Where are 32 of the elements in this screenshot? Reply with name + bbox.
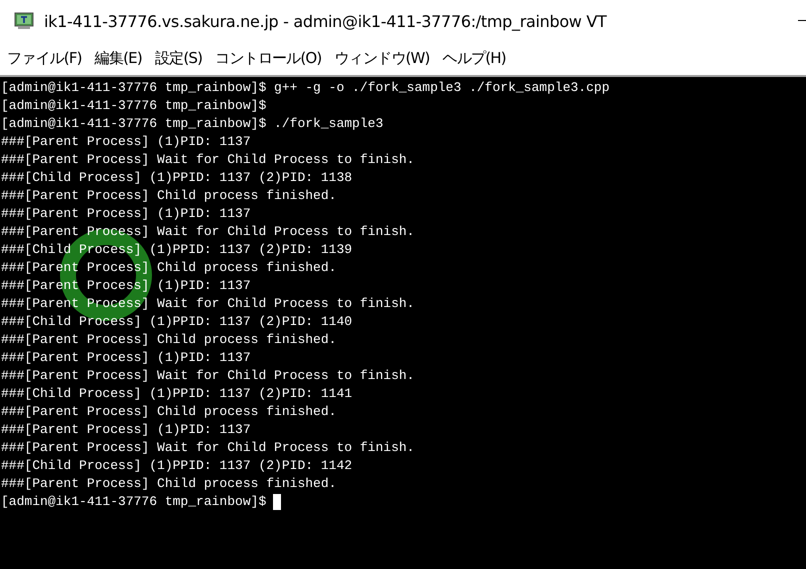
terminal-line: ###[Child Process] (1)PPID: 1137 (2)PID: 1140	[1, 313, 352, 331]
terminal-prompt: [admin@ik1-411-37776 tmp_rainbow]$	[1, 493, 266, 511]
terminal-line: ###[Child Process] (1)PPID: 1137 (2)PID: 1141	[1, 385, 352, 403]
terminal-line: [admin@ik1-411-37776 tmp_rainbow]$ g++ -g -o ./fork_sample3 ./fork_sample3.cpp	[1, 79, 610, 97]
menu-item[interactable]: ヘルプ(H)	[438, 49, 511, 68]
terminal-line: ###[Parent Process] (1)PID: 1137	[1, 349, 251, 367]
terminal-line: ###[Parent Process] Child process finished.	[1, 259, 336, 277]
terminal-line: ###[Parent Process] Child process finished.	[1, 403, 336, 421]
terminal-line: ###[Parent Process] (1)PID: 1137	[1, 133, 251, 151]
menu-item[interactable]: 設定(S)	[150, 49, 208, 68]
window-title: ik1-411-37776.vs.sakura.ne.jp - admin@ik1-411-37776:/tmp_rainbow VT	[44, 12, 607, 30]
menu-item[interactable]: ウィンドウ(W)	[329, 49, 435, 68]
terminal-line: ###[Parent Process] Wait for Child Process to finish.	[1, 367, 414, 385]
terminal-line: ###[Parent Process] (1)PID: 1137	[1, 277, 251, 295]
menu-item[interactable]: 編集(E)	[90, 49, 147, 68]
terminal-line: [admin@ik1-411-37776 tmp_rainbow]$	[1, 97, 266, 115]
terminal-line: ###[Parent Process] Child process finished.	[1, 187, 336, 205]
terminal-line: ###[Parent Process] (1)PID: 1137	[1, 205, 251, 223]
terminal-line: ###[Parent Process] Wait for Child Process to finish.	[1, 439, 414, 457]
app-icon	[14, 12, 34, 30]
menu-item[interactable]: コントロール(O)	[210, 49, 326, 68]
terminal-line: ###[Parent Process] (1)PID: 1137	[1, 421, 251, 439]
terminal-line: ###[Child Process] (1)PPID: 1137 (2)PID: 1139	[1, 241, 352, 259]
terminal-line: ###[Parent Process] Child process finished.	[1, 331, 336, 349]
terminal-line: ###[Child Process] (1)PPID: 1137 (2)PID: 1138	[1, 169, 352, 187]
terminal-line: [admin@ik1-411-37776 tmp_rainbow]$ ./fork_sample3	[1, 115, 384, 133]
terminal-line: ###[Child Process] (1)PPID: 1137 (2)PID: 1142	[1, 457, 352, 475]
terminal-line: ###[Parent Process] Wait for Child Process to finish.	[1, 223, 414, 241]
terminal-line: ###[Parent Process] Wait for Child Process to finish.	[1, 295, 414, 313]
terminal-line: ###[Parent Process] Wait for Child Process to finish.	[1, 151, 414, 169]
menu-item[interactable]: ファイル(F)	[2, 49, 87, 68]
terminal-line: ###[Parent Process] Child process finished.	[1, 475, 336, 493]
